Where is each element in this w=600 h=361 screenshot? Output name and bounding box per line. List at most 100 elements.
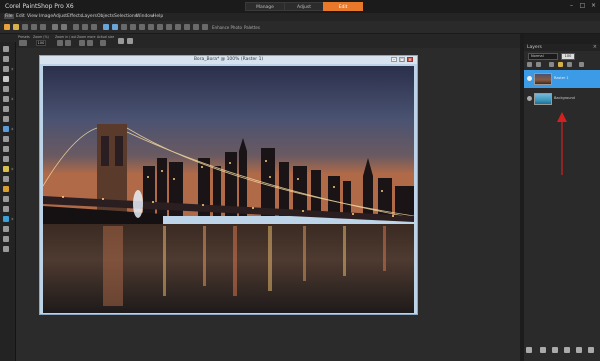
maximize-icon[interactable]: □	[578, 2, 587, 10]
adjustment-layer-icon[interactable]	[579, 62, 584, 67]
document-title-bar[interactable]: Bora_Bora* @ 100% (Raster 1) – □ ×	[40, 56, 417, 64]
chevron-down-icon[interactable]	[10, 67, 14, 71]
menu-objects[interactable]: Objects	[97, 14, 114, 19]
layer-name[interactable]: Background	[554, 96, 575, 100]
menu-view[interactable]: View	[27, 14, 38, 19]
rulers-icon[interactable]	[193, 24, 199, 30]
visibility-eye-icon[interactable]	[527, 96, 532, 101]
settings-icon[interactable]	[576, 347, 582, 353]
zoom-more-in-icon[interactable]	[79, 40, 85, 46]
tab-adjust[interactable]: Adjust	[284, 2, 324, 11]
chevron-down-icon[interactable]	[10, 167, 14, 171]
rotate-icon[interactable]	[103, 24, 109, 30]
doc-minimize-icon[interactable]: –	[391, 57, 397, 62]
presets-icon[interactable]	[19, 40, 27, 46]
close-icon[interactable]: ×	[593, 44, 597, 50]
image-canvas[interactable]	[43, 66, 414, 313]
scratch-remover-icon[interactable]	[3, 146, 9, 152]
menu-file[interactable]: File	[4, 14, 14, 19]
new-mask-icon[interactable]	[540, 347, 546, 353]
canvas-size-icon[interactable]	[139, 24, 145, 30]
pan-tool-icon[interactable]	[3, 46, 9, 52]
shape-tool-icon[interactable]	[3, 216, 9, 222]
tab-manage[interactable]: Manage	[245, 2, 285, 11]
layer-duplicate-icon[interactable]	[157, 24, 163, 30]
makeover-tool-icon[interactable]	[3, 136, 9, 142]
dropper-tool-icon[interactable]	[3, 86, 9, 92]
close-icon[interactable]: ×	[589, 2, 598, 10]
layer-merge-icon[interactable]	[166, 24, 172, 30]
layer-new-icon[interactable]	[148, 24, 154, 30]
actual-size-icon[interactable]	[100, 40, 106, 46]
new-layer-icon[interactable]	[526, 347, 532, 353]
menu-help[interactable]: Help	[153, 14, 163, 19]
airbrush-icon[interactable]	[3, 176, 9, 182]
screen-icon[interactable]	[202, 24, 208, 30]
selection-tool-icon[interactable]	[3, 76, 9, 82]
enhance-photo-dropdown[interactable]: Enhance Photo	[212, 25, 242, 30]
grid-icon[interactable]	[175, 24, 181, 30]
redo-icon[interactable]	[61, 24, 67, 30]
crop-tool-icon[interactable]	[3, 96, 9, 102]
opacity-field[interactable]: 100	[561, 53, 575, 60]
eraser-icon[interactable]	[3, 186, 9, 192]
blend-mode-select[interactable]: Normal	[528, 53, 558, 60]
lock-icon[interactable]	[536, 62, 541, 67]
visibility-eye-icon[interactable]	[527, 76, 532, 81]
menu-edit[interactable]: Edit	[16, 14, 25, 19]
layer-name[interactable]: Raster 1	[554, 76, 569, 80]
crop-icon[interactable]	[121, 24, 127, 30]
doc-maximize-icon[interactable]: □	[399, 57, 405, 62]
open-folder-icon[interactable]	[13, 24, 19, 30]
chevron-down-icon[interactable]	[10, 217, 14, 221]
doc-close-icon[interactable]: ×	[407, 57, 413, 62]
merge-icon[interactable]	[564, 347, 570, 353]
brush-icon[interactable]	[549, 62, 554, 67]
chevron-down-icon[interactable]	[10, 127, 14, 131]
menu-layers[interactable]: Layers	[82, 14, 97, 19]
group-icon[interactable]	[567, 62, 572, 67]
add-icon[interactable]	[118, 38, 124, 44]
zoom-tool-icon[interactable]	[3, 56, 9, 62]
chevron-down-icon[interactable]	[10, 97, 14, 101]
mesh-warp-icon[interactable]	[3, 246, 9, 252]
mask-icon[interactable]	[558, 62, 563, 67]
save-icon[interactable]	[22, 24, 28, 30]
delete-layer-icon[interactable]	[588, 347, 594, 353]
pick-tool-icon[interactable]	[3, 66, 9, 72]
zoom-more-out-icon[interactable]	[87, 40, 93, 46]
new-file-icon[interactable]	[4, 24, 10, 30]
minimize-icon[interactable]: –	[567, 2, 576, 10]
menu-effects[interactable]: Effects	[67, 14, 82, 19]
zoom-in-icon[interactable]	[57, 40, 63, 46]
menu-adjust[interactable]: Adjust	[53, 14, 67, 19]
undo-icon[interactable]	[52, 24, 58, 30]
red-eye-tool-icon[interactable]	[3, 116, 9, 122]
menu-image[interactable]: Image	[39, 14, 53, 19]
tab-edit[interactable]: Edit	[323, 2, 363, 11]
guides-icon[interactable]	[184, 24, 190, 30]
dodge-tool-icon[interactable]	[3, 156, 9, 162]
straighten-tool-icon[interactable]	[3, 106, 9, 112]
paste-icon[interactable]	[91, 24, 97, 30]
document-window[interactable]: Bora_Bora* @ 100% (Raster 1) – □ ×	[39, 55, 418, 315]
warp-brush-icon[interactable]	[3, 236, 9, 242]
menu-window[interactable]: Window	[136, 14, 154, 19]
flip-icon[interactable]	[112, 24, 118, 30]
layer-row-background[interactable]: Background	[524, 90, 600, 108]
resize-icon[interactable]	[130, 24, 136, 30]
zoom-out-icon[interactable]	[65, 40, 71, 46]
clone-tool-icon[interactable]	[3, 126, 9, 132]
layer-row-raster-1[interactable]: Raster 1	[524, 70, 600, 88]
palettes-dropdown[interactable]: Palettes	[244, 25, 260, 30]
print-icon[interactable]	[40, 24, 46, 30]
text-tool-icon[interactable]	[3, 206, 9, 212]
hand-pan-icon[interactable]	[127, 38, 133, 44]
save-as-icon[interactable]	[31, 24, 37, 30]
layer-properties-icon[interactable]	[552, 347, 558, 353]
menu-selections[interactable]: Selections	[114, 14, 137, 19]
zoom-field[interactable]: 100	[36, 40, 46, 46]
cut-icon[interactable]	[73, 24, 79, 30]
paint-brush-icon[interactable]	[3, 166, 9, 172]
pen-tool-icon[interactable]	[3, 226, 9, 232]
